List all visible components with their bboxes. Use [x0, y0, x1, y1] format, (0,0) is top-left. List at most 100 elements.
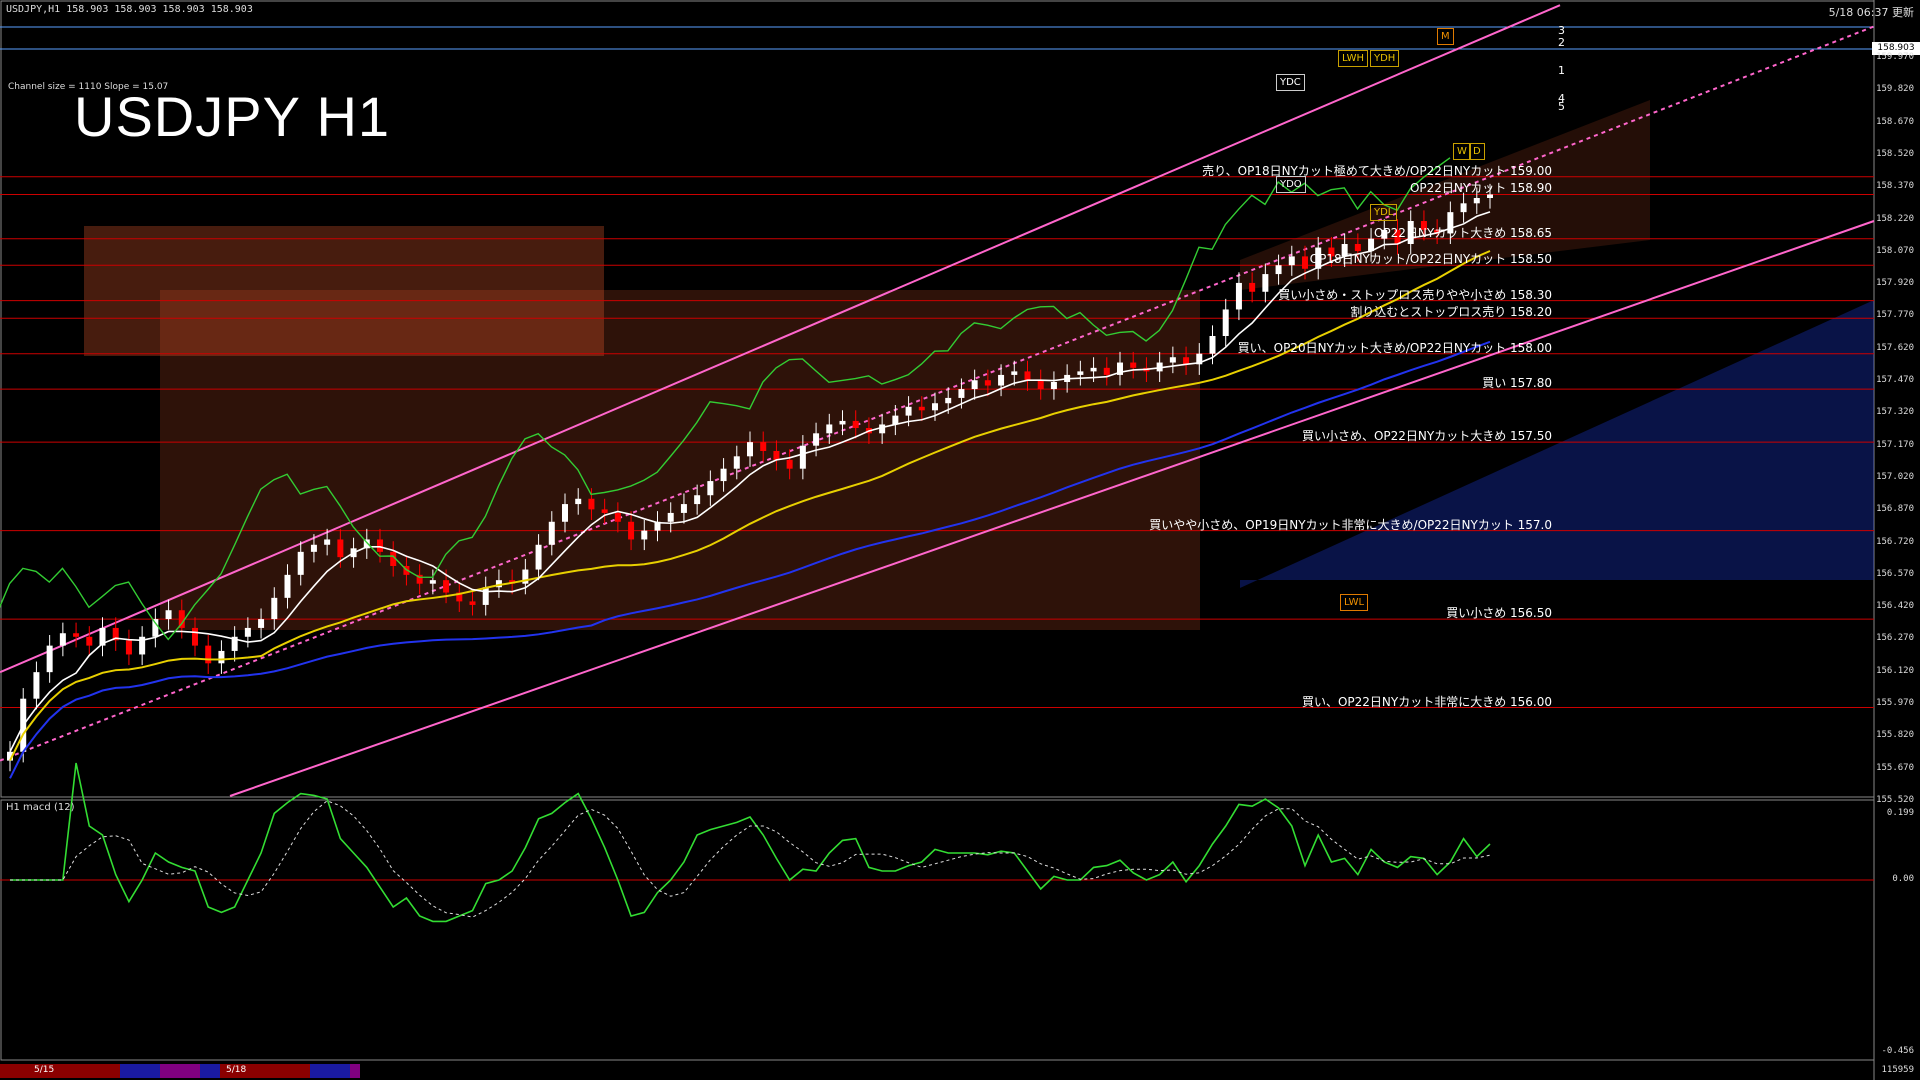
date-label: 5/15 — [34, 1065, 55, 1075]
level-label: 買い小さめ・ストップロス売りやや小さめ 158.30 — [1278, 287, 1552, 302]
price-tick-label: 158.070 — [1876, 245, 1914, 256]
candle-body — [1235, 282, 1242, 310]
price-tick-label: 155.970 — [1876, 698, 1914, 708]
candle-body — [1302, 256, 1308, 269]
macd-main-line — [10, 762, 1491, 923]
session-strip — [200, 1064, 220, 1078]
candle-body — [575, 498, 582, 505]
tag-ydc: YDC — [1276, 74, 1305, 91]
candle-body — [429, 580, 436, 584]
candle-body — [680, 504, 687, 513]
price-tick-label: 155.520 — [1876, 794, 1914, 805]
candle-body — [271, 597, 278, 620]
level-label: 買い小さめ 156.50 — [1446, 606, 1552, 621]
tag-m: M — [1437, 28, 1454, 45]
candle-body — [1275, 265, 1282, 275]
price-tick-label: 157.470 — [1876, 375, 1914, 385]
candle-body — [1262, 274, 1269, 292]
candle-body — [839, 420, 846, 425]
level-label: 買い小さめ、OP22日NYカット大きめ 157.50 — [1301, 429, 1552, 444]
candle-body — [324, 539, 331, 545]
candle-body — [1090, 367, 1097, 372]
candle-body — [535, 544, 542, 570]
price-tick-label: 155.820 — [1876, 730, 1914, 741]
price-tick-label: 157.620 — [1876, 342, 1914, 353]
candle-body — [733, 456, 740, 469]
level-label: OP22日NYカット大きめ 158.65 — [1373, 225, 1552, 240]
price-tick-label: 157.920 — [1876, 278, 1914, 289]
candle-body — [337, 539, 344, 558]
candle-body — [747, 442, 753, 457]
candle-body — [1050, 382, 1057, 390]
candle-body — [1183, 357, 1190, 365]
price-tick-label: 156.270 — [1876, 633, 1914, 644]
candle-body — [786, 459, 793, 469]
datetime-label: 5/18 06:37 更新 — [1828, 6, 1914, 19]
candle-body — [1011, 371, 1018, 375]
candle-body — [310, 544, 317, 552]
candle-body — [1077, 371, 1084, 375]
channel-number: 1 — [1558, 64, 1565, 77]
candle-body — [813, 433, 820, 446]
candle-body — [548, 521, 555, 545]
candle-body — [945, 397, 952, 404]
price-tick-label: 158.220 — [1876, 213, 1914, 224]
price-chart — [0, 0, 1875, 1080]
candle-body — [258, 619, 265, 628]
candle-body — [33, 672, 40, 699]
channel-number: 2 — [1558, 36, 1565, 49]
session-strip — [160, 1064, 200, 1078]
candle-body — [244, 627, 251, 637]
price-tick-label: 158.370 — [1876, 181, 1914, 192]
candle-body — [601, 509, 608, 513]
price-tick-label: 159.820 — [1876, 84, 1914, 95]
macd-tick-label: 0.199 — [1886, 808, 1914, 818]
candle-body — [1130, 362, 1137, 368]
candle-body — [165, 610, 172, 620]
candle-body — [667, 512, 674, 522]
candle-body — [892, 415, 899, 425]
volume-label: 115959 — [1881, 1065, 1914, 1075]
price-tick-label: 157.770 — [1876, 310, 1914, 321]
date-label: 5/18 — [226, 1065, 247, 1075]
macd-pane-frame — [0, 799, 1875, 1061]
macd-tick-label: -0.456 — [1881, 1046, 1914, 1056]
session-strip — [120, 1064, 160, 1078]
symbol-info: USDJPY,H1 158.903 158.903 158.903 158.90… — [6, 4, 253, 15]
cloud-bear-band — [160, 290, 1200, 630]
candle-body — [192, 627, 198, 646]
level-label: 買い、OP22日NYカット非常に大きめ 156.00 — [1301, 694, 1552, 709]
price-tick-label: 157.170 — [1876, 439, 1914, 450]
candle-body — [86, 636, 93, 646]
session-strip — [350, 1064, 360, 1078]
candle-body — [918, 406, 925, 411]
candle-body — [1024, 371, 1031, 381]
candle-body — [1473, 198, 1480, 204]
candle-body — [614, 512, 621, 522]
tag-lwh: LWH — [1338, 50, 1369, 67]
price-tick-label: 157.020 — [1876, 471, 1914, 482]
price-tick-label: 158.670 — [1876, 116, 1914, 127]
price-tick-label: 158.520 — [1876, 148, 1914, 159]
candle-body — [125, 640, 132, 655]
price-tick-label: 156.420 — [1876, 601, 1914, 612]
candle-body — [628, 521, 635, 540]
candle-body — [443, 580, 450, 593]
tag-ydl: YDL — [1370, 204, 1398, 221]
candle-body — [932, 403, 938, 411]
candle-body — [852, 420, 859, 428]
candle-body — [152, 619, 159, 637]
chart-title: USDJPY H1 — [74, 85, 391, 148]
macd-tick-label: 0.00 — [1892, 874, 1914, 884]
price-tick-label: 155.670 — [1876, 762, 1914, 773]
candle-body — [1037, 380, 1044, 390]
candle-body — [971, 380, 978, 390]
candle-body — [1460, 203, 1467, 213]
level-label: 買い 157.80 — [1482, 376, 1552, 391]
candle-body — [905, 406, 912, 416]
candle-body — [1288, 256, 1295, 266]
price-tick-label: 159.970 — [1876, 52, 1914, 62]
candle-body — [799, 445, 806, 469]
level-label: 買いやや小さめ、OP19日NYカット非常に大きめ/OP22日NYカット 157.… — [1149, 517, 1552, 532]
candle-body — [59, 633, 66, 646]
